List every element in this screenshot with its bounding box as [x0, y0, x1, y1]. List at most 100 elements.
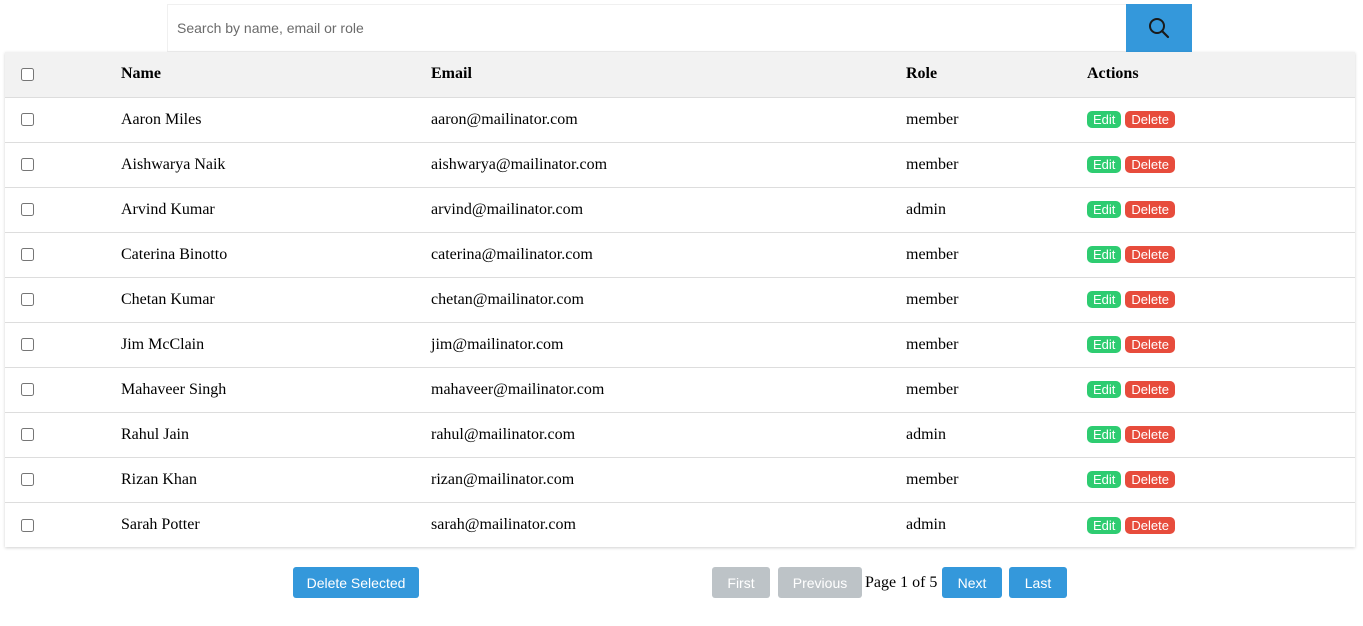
cell-actions: Edit Delete	[1087, 142, 1355, 188]
row-checkbox[interactable]	[21, 293, 34, 307]
search-bar	[167, 4, 1192, 52]
edit-button[interactable]: Edit	[1087, 156, 1122, 174]
table-footer: Delete Selected First Previous Page 1 of…	[0, 567, 1363, 598]
select-all-checkbox[interactable]	[21, 68, 34, 82]
cell-role: member	[906, 322, 1087, 368]
cell-email: jim@mailinator.com	[431, 322, 906, 368]
previous-page-button[interactable]: Previous	[778, 567, 862, 598]
row-checkbox[interactable]	[21, 203, 34, 217]
header-actions: Actions	[1087, 52, 1355, 98]
cell-role: member	[906, 142, 1087, 188]
delete-button[interactable]: Delete	[1125, 246, 1175, 264]
cell-role: admin	[906, 515, 946, 533]
table-row: Rizan Khan rizan@mailinator.com member Edit…	[5, 457, 1355, 503]
header-name: Name	[121, 52, 431, 98]
cell-name: Arvind Kumar	[121, 187, 431, 233]
cell-role: member	[906, 97, 1087, 143]
delete-selected-button[interactable]: Delete Selected	[293, 567, 419, 598]
cell-actions: Edit Delete	[1087, 97, 1355, 143]
table-row: Arvind Kumar arvind@mailinator.com admin Ed…	[5, 187, 1355, 233]
cell-role: admin	[906, 187, 1087, 233]
delete-button[interactable]: Delete	[1125, 111, 1175, 129]
row-checkbox[interactable]	[21, 428, 34, 442]
search-icon	[1148, 17, 1170, 39]
cell-role: member	[906, 457, 1087, 503]
search-button[interactable]	[1126, 4, 1192, 52]
cell-name: Mahaveer Singh	[121, 367, 431, 413]
cell-name: Jim McClain	[121, 322, 431, 368]
users-table: Name Email Role Actions Aaron Miles aaron…	[5, 52, 1355, 547]
delete-button[interactable]: Delete	[1125, 201, 1175, 219]
edit-button[interactable]: Edit	[1087, 426, 1122, 444]
cell-actions: Edit Delete	[1087, 277, 1355, 323]
edit-button[interactable]: Edit	[1087, 246, 1122, 264]
row-select-cell	[5, 322, 121, 368]
table-row: Jim McClain jim@mailinator.com member Edit D…	[5, 322, 1355, 368]
cell-email: caterina@mailinator.com	[431, 232, 906, 278]
cell-email: rahul@mailinator.com	[431, 412, 906, 458]
cell-name: Rahul Jain	[121, 412, 431, 458]
row-select-cell	[5, 97, 121, 143]
delete-button[interactable]: Delete	[1125, 426, 1175, 444]
table-row: Chetan Kumar chetan@mailinator.com member E…	[5, 277, 1355, 323]
header-role: Role	[906, 52, 1087, 98]
cell-name: Caterina Binotto	[121, 232, 431, 278]
edit-button[interactable]: Edit	[1087, 201, 1122, 219]
cell-actions: Edit Delete	[1087, 367, 1355, 413]
row-checkbox[interactable]	[21, 383, 34, 397]
cell-role: member	[906, 367, 1087, 413]
cell-email: rizan@mailinator.com	[431, 457, 906, 503]
row-checkbox[interactable]	[21, 158, 34, 172]
delete-button[interactable]: Delete	[1125, 291, 1175, 309]
table-header-row: Name Email Role Actions	[5, 52, 1355, 98]
edit-button[interactable]: Edit	[1087, 336, 1122, 354]
cell-email: arvind@mailinator.com	[431, 187, 906, 233]
table-row: Aishwarya Naik aishwarya@mailinator.com me…	[5, 142, 1355, 188]
cell-name: Rizan Khan	[121, 457, 431, 503]
header-email: Email	[431, 52, 906, 98]
table-row: Caterina Binotto caterina@mailinator.com m…	[5, 232, 1355, 278]
row-select-cell	[5, 367, 121, 413]
edit-button[interactable]: Edit	[1087, 291, 1122, 309]
row-checkbox[interactable]	[21, 248, 34, 262]
edit-button[interactable]: Edit	[1087, 111, 1122, 129]
delete-button[interactable]: Delete	[1125, 516, 1175, 534]
users-table-card: Name Email Role Actions Aaron Miles aaron…	[5, 52, 1355, 547]
page-indicator: Page 1 of 5	[865, 574, 938, 591]
cell-actions: Edit Delete	[1087, 457, 1355, 503]
cell-email: chetan@mailinator.com	[431, 277, 906, 323]
row-select-cell	[5, 232, 121, 278]
row-select-cell	[5, 187, 121, 233]
edit-button[interactable]: Edit	[1087, 516, 1122, 534]
select-all-cell	[5, 52, 121, 98]
edit-button[interactable]: Edit	[1087, 381, 1122, 399]
cell-email: aishwarya@mailinator.com	[431, 142, 906, 188]
row-checkbox[interactable]	[21, 518, 34, 532]
cell-name: Aishwarya Naik	[121, 142, 431, 188]
row-checkbox[interactable]	[21, 113, 34, 127]
delete-button[interactable]: Delete	[1125, 381, 1175, 399]
cell-actions: Edit Delete	[1087, 322, 1355, 368]
first-page-button[interactable]: First	[712, 567, 770, 598]
row-select-cell	[5, 457, 121, 503]
cell-email: aaron@mailinator.com	[431, 97, 906, 143]
cell-email: sarah@mailinator.com	[431, 515, 576, 533]
cell-role: admin	[906, 412, 1087, 458]
table-row: Mahaveer Singh mahaveer@mailinator.com mem…	[5, 367, 1355, 413]
cell-name: Aaron Miles	[121, 97, 431, 143]
row-checkbox[interactable]	[21, 473, 34, 487]
delete-button[interactable]: Delete	[1125, 471, 1175, 489]
search-input[interactable]	[167, 4, 1126, 52]
row-checkbox[interactable]	[21, 338, 34, 352]
edit-button[interactable]: Edit	[1087, 471, 1122, 489]
cell-actions: Edit Delete	[1087, 412, 1355, 458]
delete-button[interactable]: Delete	[1125, 336, 1175, 354]
cell-role: member	[906, 277, 1087, 323]
last-page-button[interactable]: Last	[1009, 567, 1067, 598]
cell-actions: Edit Delete	[1087, 232, 1355, 278]
table-row: Aaron Miles aaron@mailinator.com member Edi…	[5, 97, 1355, 143]
delete-button[interactable]: Delete	[1125, 156, 1175, 174]
row-select-cell	[5, 277, 121, 323]
cell-actions: Edit Delete	[1087, 187, 1355, 233]
next-page-button[interactable]: Next	[942, 567, 1002, 598]
